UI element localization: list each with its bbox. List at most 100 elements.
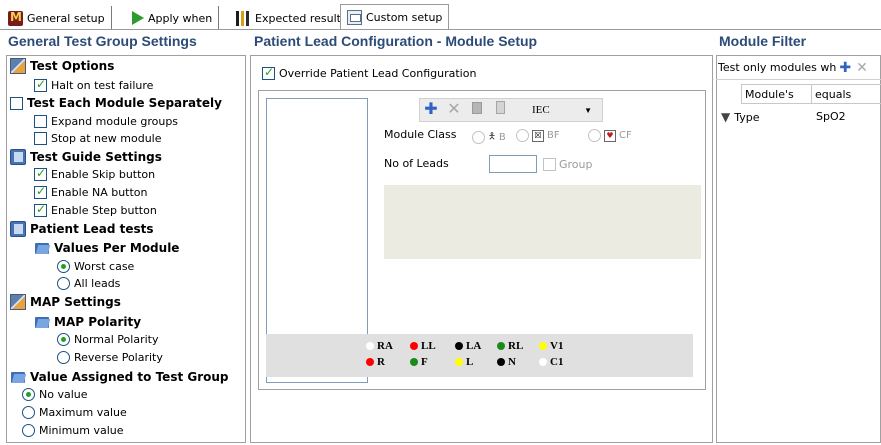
no-value-radio[interactable] [22, 388, 35, 401]
node-label: Test Options [30, 59, 115, 73]
group-option[interactable]: Group [543, 158, 593, 171]
lead-config-area [384, 185, 701, 259]
enable-na-option[interactable]: Enable NA button [34, 184, 148, 199]
enable-step-option[interactable]: Enable Step button [34, 202, 157, 217]
override-checkbox[interactable] [262, 65, 275, 80]
option-label: Worst case [74, 260, 135, 273]
standard-value: IEC [532, 104, 550, 116]
class-cf-radio[interactable] [588, 129, 601, 142]
settings-cube-icon [10, 294, 26, 310]
add-module-button[interactable]: ✚ [423, 101, 439, 117]
column-header-equals[interactable]: equals [811, 85, 881, 103]
lead-n: N [497, 356, 516, 368]
module-filter-title: Module Filter [719, 33, 807, 49]
option-label: B [498, 131, 506, 143]
normal-polarity-radio[interactable] [57, 333, 70, 346]
maximum-value-radio[interactable] [22, 406, 35, 419]
tab-divider [0, 29, 881, 30]
group-checkbox[interactable] [543, 158, 556, 171]
class-b-radio[interactable] [472, 130, 485, 144]
tab-expected-results[interactable]: Expected results [230, 6, 354, 30]
tab-label: Custom setup [366, 11, 443, 24]
tree-node-test-guide[interactable]: Test Guide Settings [10, 149, 162, 165]
na-checkbox[interactable] [34, 184, 47, 199]
delete-module-button[interactable]: ✕ [446, 101, 462, 117]
lead-l: L [455, 356, 473, 368]
folder-open-icon [34, 240, 50, 256]
option-label: Group [559, 158, 593, 171]
tab-apply-when[interactable]: Apply when [126, 6, 220, 30]
column-header-module[interactable]: Module's [741, 85, 811, 103]
override-config-option[interactable]: Override Patient Lead Configuration [262, 65, 477, 80]
halt-checkbox[interactable] [34, 77, 47, 92]
all-leads-option[interactable]: All leads [57, 277, 120, 290]
minimum-value-radio[interactable] [22, 424, 35, 437]
tree-node-test-options[interactable]: Test Options [10, 58, 114, 74]
reverse-polarity-option[interactable]: Reverse Polarity [57, 351, 163, 364]
remove-filter-icon[interactable]: ✕ [856, 60, 868, 76]
enable-skip-option[interactable]: Enable Skip button [34, 166, 156, 181]
node-label: MAP Polarity [54, 315, 142, 329]
folder-open-icon [34, 314, 50, 330]
node-label: Values Per Module [54, 241, 180, 255]
heart-icon: ♥ [604, 129, 616, 142]
lead-label: V1 [550, 340, 564, 352]
class-bf-radio[interactable] [516, 129, 529, 142]
paste-module-button[interactable] [492, 101, 508, 117]
tab-label: Expected results [255, 11, 347, 25]
tree-node-map-polarity[interactable]: MAP Polarity [34, 314, 141, 330]
folder-open-icon [10, 369, 26, 385]
filter-grid-header: Module's equals [741, 84, 881, 104]
expand-groups-option[interactable]: Expand module groups [34, 115, 178, 128]
step-checkbox[interactable] [34, 202, 47, 217]
option-label: Minimum value [39, 424, 124, 437]
book-icon [10, 221, 26, 237]
class-b-option[interactable]: 🯅 B [472, 129, 506, 145]
class-cf-option[interactable]: ♥ CF [588, 129, 632, 142]
lead-color-dot [497, 358, 505, 366]
filter-value-cell[interactable]: SpO2 [816, 110, 846, 123]
lead-color-dot [410, 358, 418, 366]
tree-node-map-settings[interactable]: MAP Settings [10, 294, 121, 310]
option-label: No value [39, 388, 88, 401]
maximum-value-option[interactable]: Maximum value [22, 406, 127, 419]
expand-checkbox[interactable] [34, 115, 47, 128]
tree-node-values-per-module[interactable]: Values Per Module [34, 240, 179, 256]
filter-value: SpO2 [816, 110, 846, 123]
stop-checkbox[interactable] [34, 132, 47, 145]
node-label: Test Guide Settings [30, 150, 162, 164]
normal-polarity-option[interactable]: Normal Polarity [57, 333, 158, 346]
lead-la: LA [455, 340, 481, 352]
all-leads-radio[interactable] [57, 277, 70, 290]
test-each-checkbox[interactable] [10, 96, 23, 110]
reverse-polarity-radio[interactable] [57, 351, 70, 364]
stop-new-module-option[interactable]: Stop at new module [34, 132, 162, 145]
tab-label: General setup [27, 11, 105, 25]
class-bf-option[interactable]: ☒ BF [516, 129, 560, 142]
lead-color-dot [455, 342, 463, 350]
no-value-option[interactable]: No value [22, 388, 88, 401]
filter-header: Test only modules wh ✚ ✕ [716, 56, 881, 80]
minimum-value-option[interactable]: Minimum value [22, 424, 124, 437]
option-label: All leads [74, 277, 121, 290]
lead-rl: RL [497, 340, 523, 352]
tree-node-patient-lead[interactable]: Patient Lead tests [10, 221, 154, 237]
lead-label: C1 [550, 356, 564, 368]
option-label: Override Patient Lead Configuration [279, 67, 477, 80]
filter-row[interactable]: ▼ Type [721, 110, 760, 124]
test-each-module-option[interactable]: Test Each Module Separately [10, 96, 222, 110]
add-filter-icon[interactable]: ✚ [839, 60, 851, 76]
worst-case-option[interactable]: Worst case [57, 260, 134, 273]
option-label: Enable Skip button [51, 168, 156, 181]
copy-module-button[interactable] [469, 101, 485, 117]
worst-case-radio[interactable] [57, 260, 70, 273]
options-icon [10, 58, 26, 74]
option-label: CF [619, 130, 632, 141]
standard-select[interactable]: IEC ▼ [528, 101, 596, 119]
tree-node-value-assigned[interactable]: Value Assigned to Test Group [10, 369, 229, 385]
skip-checkbox[interactable] [34, 166, 47, 181]
halt-on-failure-option[interactable]: Halt on test failure [34, 77, 153, 92]
tab-general-setup[interactable]: General setup [2, 6, 112, 30]
tab-custom-setup[interactable]: Custom setup [340, 4, 450, 30]
no-of-leads-input[interactable] [489, 155, 537, 173]
